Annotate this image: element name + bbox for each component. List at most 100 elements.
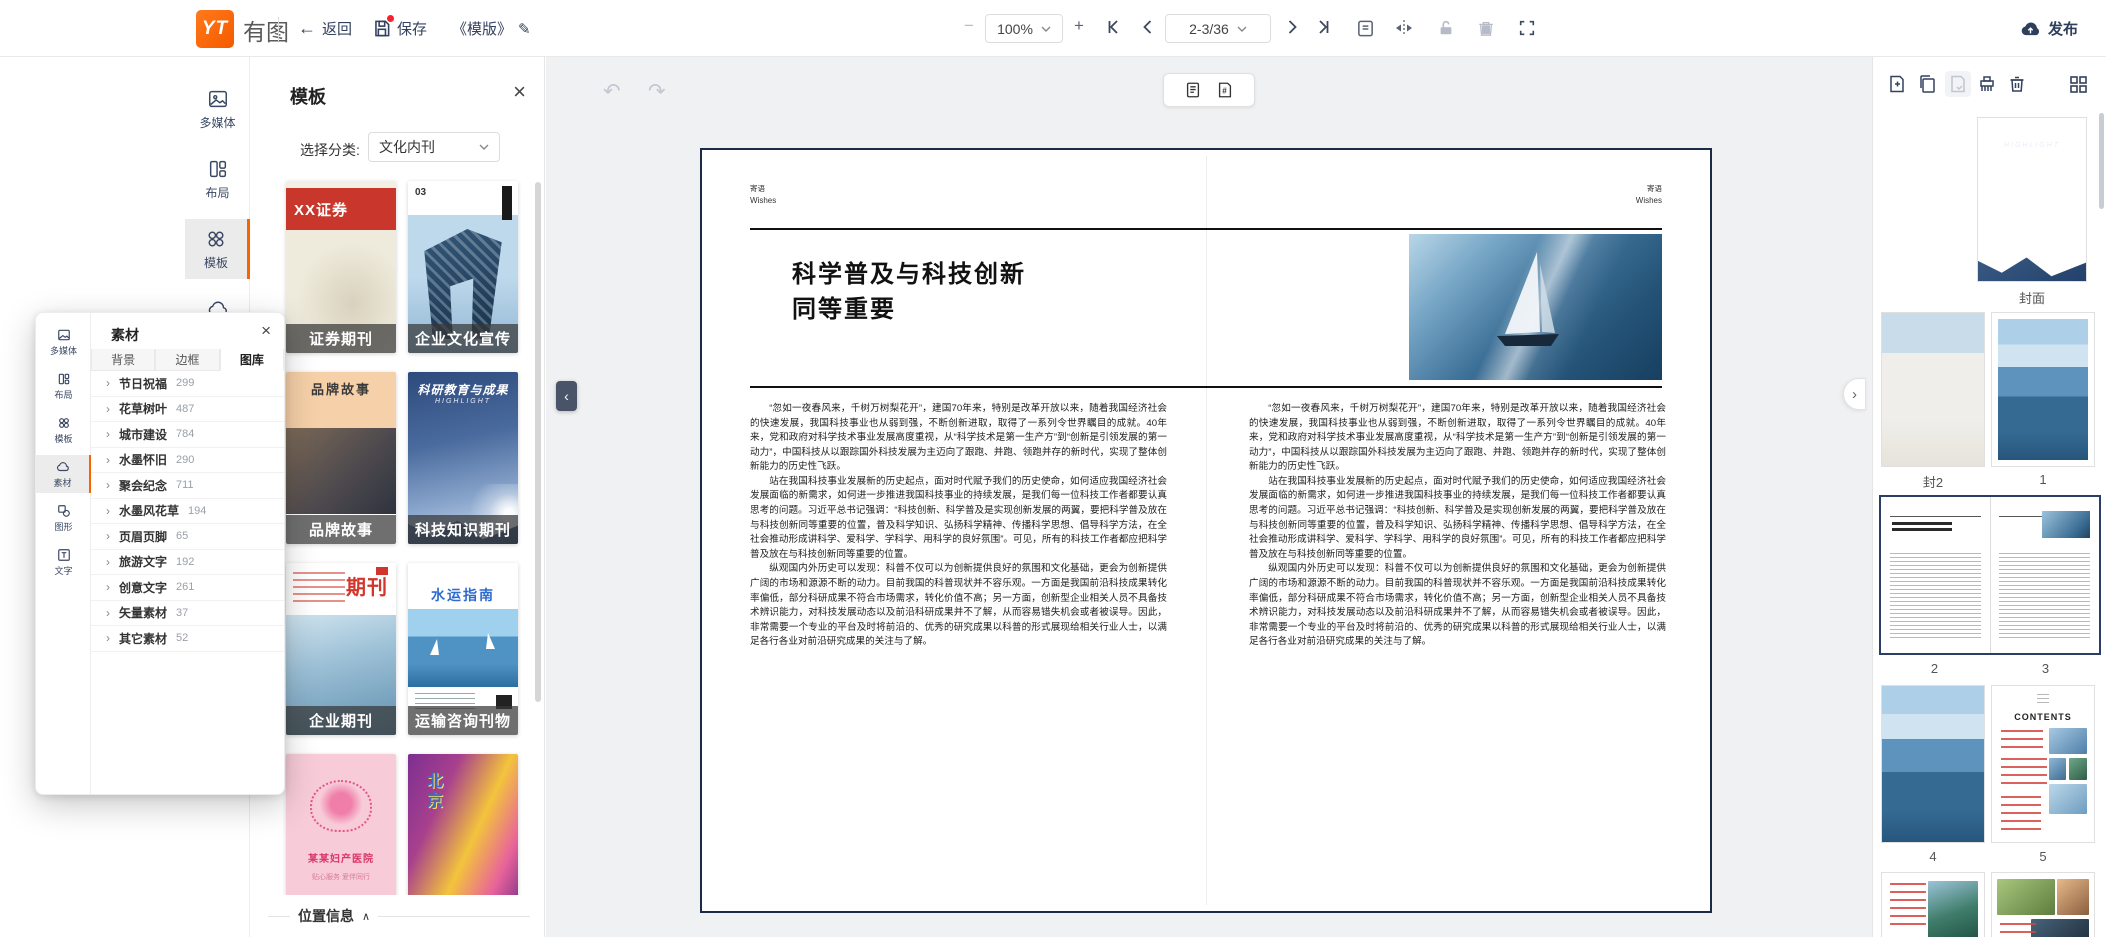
corner-en: Wishes xyxy=(1636,195,1662,207)
panel-scrollbar[interactable] xyxy=(535,182,541,702)
thumbnail-label: 封2 xyxy=(1881,472,1985,491)
page-thumbnail-5[interactable]: CONTENTS xyxy=(1991,685,2095,843)
mini-rail-item-assets[interactable]: 素材 xyxy=(36,455,91,493)
publish-button[interactable]: 发布 xyxy=(2020,0,2078,57)
clear-page-icon[interactable] xyxy=(1977,74,1997,94)
category-row-header-footer[interactable]: ›页眉页脚65 xyxy=(91,524,284,550)
panel-title: 模板 xyxy=(290,83,326,109)
page-header-right[interactable]: 寄语 Wishes xyxy=(1636,184,1662,206)
collapse-panel-button[interactable]: ‹ xyxy=(556,381,577,411)
last-page-button[interactable] xyxy=(1315,19,1331,35)
duplicate-page-icon[interactable] xyxy=(1917,74,1937,94)
page-select[interactable]: 2-3/36 xyxy=(1165,14,1271,43)
chevron-down-icon xyxy=(1041,26,1051,32)
page-outline-icon[interactable] xyxy=(1184,81,1202,99)
delete-icon[interactable] xyxy=(1477,19,1495,37)
zoom-in-button[interactable]: + xyxy=(1074,16,1084,36)
layout-icon xyxy=(207,158,229,180)
align-mirror-icon[interactable] xyxy=(1394,19,1414,37)
sidebar-item-layout[interactable]: 布局 xyxy=(185,149,250,209)
page-thumbnail-1[interactable] xyxy=(1991,312,2095,467)
template-card-corporate-culture[interactable]: 03 企业文化宣传 xyxy=(408,181,518,353)
redo-button[interactable]: ↷ xyxy=(648,79,666,104)
position-info-toggle[interactable]: 位置信息 ∧ xyxy=(250,895,544,937)
chevron-right-icon: › xyxy=(106,504,110,518)
first-page-button[interactable] xyxy=(1106,19,1122,35)
thumbnail-label: 5 xyxy=(1991,849,2095,864)
next-page-button[interactable] xyxy=(1284,19,1300,35)
category-row-ink-nostalgia[interactable]: ›水墨怀旧290 xyxy=(91,448,284,474)
mini-rail-item-media[interactable]: 多媒体 xyxy=(36,323,91,361)
back-button[interactable]: ← 返回 xyxy=(298,0,352,57)
fullscreen-icon[interactable] xyxy=(1518,19,1536,37)
mini-rail-item-shapes[interactable]: 图形 xyxy=(36,499,91,537)
category-row-flora[interactable]: ›花草树叶487 xyxy=(91,397,284,423)
page-thumbnail-4[interactable] xyxy=(1881,685,1985,843)
pages-scrollbar[interactable] xyxy=(2099,113,2104,209)
template-card-science-journal[interactable]: 科研教育与成果 HIGHLIGHT 科技知识期刊 xyxy=(408,372,518,544)
zoom-out-button[interactable]: − xyxy=(964,16,974,36)
category-row-city[interactable]: ›城市建设784 xyxy=(91,422,284,448)
template-card-securities[interactable]: XX证券 证券期刊 xyxy=(286,181,396,353)
document-title[interactable]: 《模版》 ✎ xyxy=(452,0,531,57)
mini-rail-item-template[interactable]: 模板 xyxy=(36,411,91,449)
page-settings-icon[interactable] xyxy=(1356,19,1375,38)
app-logo[interactable]: YT xyxy=(196,10,234,48)
paragraph: “忽如一夜春风来，千树万树梨花开”，建国70年来，特别是改革开放以来，随着我国经… xyxy=(750,402,1167,475)
cover-title: 期刊 xyxy=(346,571,388,600)
lock-icon[interactable] xyxy=(1437,19,1455,37)
undo-button[interactable]: ↶ xyxy=(603,79,621,104)
grid-view-icon[interactable] xyxy=(2068,74,2088,94)
page-thumbnail-selected-2-3[interactable] xyxy=(1879,495,2101,655)
category-row-gathering[interactable]: ›聚会纪念711 xyxy=(91,473,284,499)
cover-title: 科研教育与成果 xyxy=(1978,127,2086,142)
template-card-enterprise-journal[interactable]: 期刊 企业期刊 xyxy=(286,563,396,735)
horizontal-rule[interactable] xyxy=(750,228,1662,230)
page-number-icon[interactable]: # xyxy=(1216,81,1234,99)
chevron-right-icon: › xyxy=(106,580,110,594)
horizontal-rule[interactable] xyxy=(750,386,1662,388)
template-card-shipping-guide[interactable]: 水运指南 运输咨询刊物 xyxy=(408,563,518,735)
page-header-left[interactable]: 寄语 Wishes xyxy=(750,184,776,206)
rail-label: 图形 xyxy=(54,520,72,533)
mini-rail-item-layout[interactable]: 布局 xyxy=(36,367,91,405)
close-icon[interactable]: × xyxy=(261,322,271,339)
article-title[interactable]: 科学普及与科技创新 同等重要 xyxy=(792,258,1026,328)
category-count: 194 xyxy=(188,505,206,517)
document-spread[interactable]: 寄语 Wishes 寄语 Wishes 科学普及与科技创新 同等重要 “忽如一夜… xyxy=(700,148,1712,913)
category-row-travel-text[interactable]: ›旅游文字192 xyxy=(91,550,284,576)
sidebar-item-media[interactable]: 多媒体 xyxy=(185,79,250,139)
page-thumbnail-7[interactable] xyxy=(1991,872,2095,937)
canvas-area[interactable]: ↶ ↷ # ‹ › 寄语 Wishes 寄语 Wishes 科学普及与科技创新 … xyxy=(546,57,1872,937)
sidebar-item-template[interactable]: 模板 xyxy=(185,219,250,279)
category-row-vector[interactable]: ›矢量素材37 xyxy=(91,601,284,627)
article-text-left-page[interactable]: “忽如一夜春风来，千树万树梨花开”，建国70年来，特别是改革开放以来，随着我国经… xyxy=(750,402,1167,650)
edit-title-icon[interactable]: ✎ xyxy=(518,20,531,38)
category-row-other[interactable]: ›其它素材52 xyxy=(91,626,284,652)
category-select[interactable]: 文化内刊 xyxy=(368,132,500,162)
page-thumbnail-cover2[interactable] xyxy=(1881,312,1985,467)
unsaved-dot xyxy=(387,15,394,22)
category-row-ink-flora[interactable]: ›水墨风花草194 xyxy=(91,499,284,525)
template-card-brand-story[interactable]: 品牌故事 品牌故事 xyxy=(286,372,396,544)
delete-page-icon[interactable] xyxy=(2007,74,2027,94)
rail-label: 模板 xyxy=(204,254,228,271)
category-row-creative-text[interactable]: ›创意文字261 xyxy=(91,575,284,601)
previous-page-button[interactable] xyxy=(1140,19,1156,35)
tab-borders[interactable]: 边框 xyxy=(155,349,219,371)
article-text-right-page[interactable]: “忽如一夜春风来，千树万树梨花开”，建国70年来，特别是改革开放以来，随着我国经… xyxy=(1249,402,1666,650)
sailboat-image[interactable] xyxy=(1409,234,1662,380)
tab-backgrounds[interactable]: 背景 xyxy=(91,349,155,371)
page-thumbnail-cover[interactable]: 科研教育与成果 HIGHLIGHT xyxy=(1977,117,2087,282)
page-thumbnail-6[interactable] xyxy=(1881,872,1985,937)
zoom-select[interactable]: 100% xyxy=(985,14,1063,43)
save-button[interactable]: 保存 xyxy=(372,0,427,57)
add-page-icon[interactable] xyxy=(1887,74,1907,94)
tab-gallery[interactable]: 图库 xyxy=(220,349,284,371)
page-template-icon[interactable] xyxy=(1945,71,1971,97)
expand-panel-button[interactable]: › xyxy=(1843,378,1866,410)
mini-rail-item-text[interactable]: 文字 xyxy=(36,543,91,581)
close-icon[interactable]: × xyxy=(513,81,526,103)
category-row-festival[interactable]: ›节日祝福299 xyxy=(91,371,284,397)
card-label: 科技知识期刊 xyxy=(408,515,518,544)
